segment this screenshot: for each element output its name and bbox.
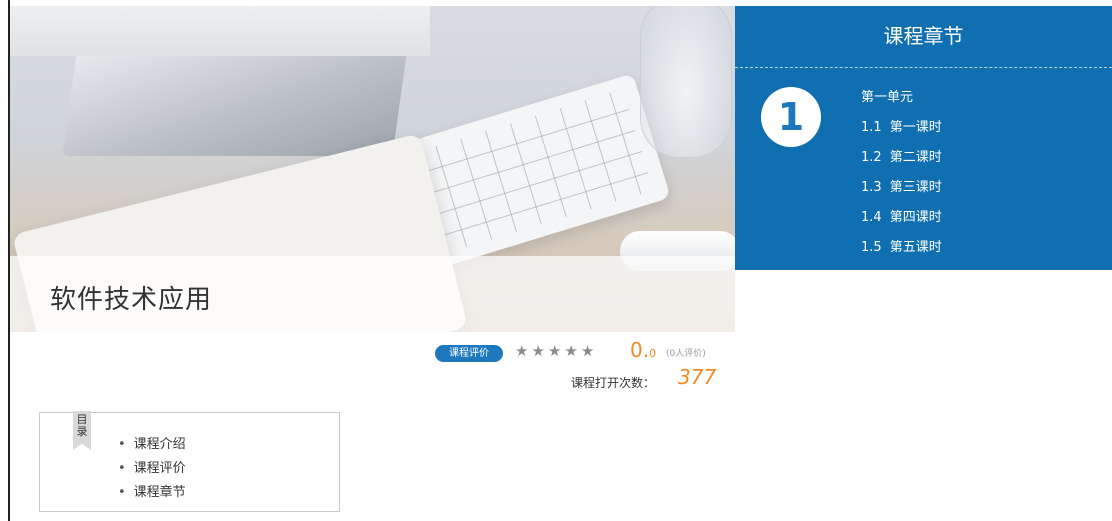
lesson-number: 1.3: [861, 180, 882, 195]
lesson-link[interactable]: 1.2 第二课时: [861, 146, 942, 165]
toc-item-rating[interactable]: 课程评价: [118, 457, 186, 476]
unit-number-badge: 1: [761, 87, 821, 147]
chapters-title: 课程章节: [883, 24, 964, 48]
monitor-graphic: [62, 46, 408, 156]
lesson-name: 第四课时: [889, 210, 942, 225]
unit-link[interactable]: 第一单元: [861, 86, 913, 105]
score-decimal: 0: [649, 347, 657, 360]
lesson-number: 1.2: [861, 150, 882, 165]
lesson-name: 第一课时: [889, 120, 942, 135]
open-count-value: 377: [678, 365, 717, 389]
lesson-link[interactable]: 1.1 第一课时: [861, 116, 942, 135]
rating-badge[interactable]: 课程评价: [435, 345, 503, 362]
lesson-number: 1.5: [861, 240, 882, 255]
lesson-number: 1.1: [861, 120, 882, 135]
table-of-contents: 目录 课程介绍 课程评价 课程章节: [39, 411, 340, 512]
course-title: 软件技术应用: [50, 285, 213, 315]
toc-item-chapters[interactable]: 课程章节: [118, 481, 186, 500]
star-icon[interactable]: ★: [515, 342, 531, 360]
chapters-panel: 课程章节 1 第一单元 1.1 第一课时 1.2 第二课时 1.3 第三课时 1.4 第…: [735, 6, 1112, 270]
monitor-screen-graphic: [10, 6, 430, 56]
lesson-name: 第三课时: [889, 180, 942, 195]
star-icon[interactable]: ★: [581, 342, 597, 360]
star-icon[interactable]: ★: [548, 342, 564, 360]
score-main: 0.: [630, 338, 650, 362]
star-rating[interactable]: ★★★★★: [515, 342, 597, 360]
toc-item-intro[interactable]: 课程介绍: [118, 433, 186, 452]
rater-count: (0人评价): [666, 349, 706, 359]
open-count-label: 课程打开次数：: [571, 376, 656, 390]
lesson-link[interactable]: 1.4 第四课时: [861, 206, 942, 225]
toc-ribbon: 目录: [73, 411, 91, 450]
rating-score: 0.0: [630, 338, 656, 362]
star-icon[interactable]: ★: [564, 342, 580, 360]
lesson-name: 第二课时: [889, 150, 942, 165]
lesson-link[interactable]: 1.3 第三课时: [861, 176, 942, 195]
lesson-number: 1.4: [861, 210, 882, 225]
lesson-link[interactable]: 1.5 第五课时: [861, 236, 942, 255]
divider: [735, 67, 1112, 68]
glass-graphic: [640, 6, 732, 158]
lesson-name: 第五课时: [889, 240, 942, 255]
course-cover-image: 软件技术应用: [10, 6, 735, 332]
star-icon[interactable]: ★: [531, 342, 547, 360]
